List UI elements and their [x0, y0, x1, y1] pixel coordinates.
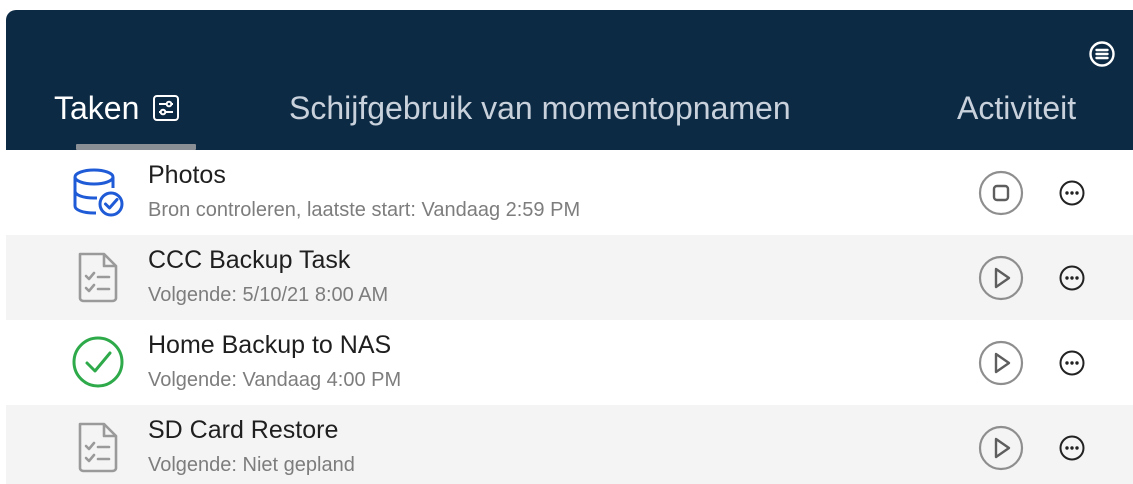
more-options-icon[interactable] [1058, 179, 1086, 207]
tab-snapshot-disk-usage-label: Schijfgebruik van momentopnamen [289, 90, 791, 126]
tab-snapshot-disk-usage[interactable]: Schijfgebruik van momentopnamen [289, 88, 791, 128]
more-options-icon[interactable] [1058, 349, 1086, 377]
more-options-icon[interactable] [1058, 264, 1086, 292]
app-window: Taken Schijfgebruik van momentopnamen Ac… [6, 10, 1133, 484]
menu-button[interactable] [1086, 38, 1118, 70]
task-row-sd-card-restore[interactable]: SD Card Restore Volgende: Niet gepland [6, 405, 1133, 484]
task-title: Home Backup to NAS [148, 331, 392, 359]
task-row-photos[interactable]: Photos Bron controleren, laatste start: … [6, 150, 1133, 235]
database-check-icon [73, 168, 124, 217]
play-icon[interactable] [978, 340, 1024, 386]
play-icon[interactable] [978, 425, 1024, 471]
task-status: Volgende: Niet gepland [148, 454, 355, 476]
task-status: Volgende: 5/10/21 8:00 AM [148, 284, 389, 306]
header-bar: Taken Schijfgebruik van momentopnamen Ac… [6, 10, 1133, 150]
tab-taken-label: Taken [54, 90, 140, 126]
tab-activity-label: Activiteit [957, 90, 1077, 126]
tab-activity[interactable]: Activiteit [957, 88, 1076, 128]
task-row-ccc-backup[interactable]: CCC Backup Task Volgende: 5/10/21 8:00 A… [6, 235, 1133, 320]
success-check-icon [72, 336, 124, 388]
play-icon[interactable] [978, 255, 1024, 301]
task-title: CCC Backup Task [148, 246, 351, 274]
checklist-doc-icon [78, 252, 118, 303]
list-circle-icon [1089, 41, 1115, 67]
stop-icon[interactable] [978, 170, 1024, 216]
settings-sliders-icon[interactable] [151, 93, 181, 123]
task-title: Photos [148, 161, 226, 189]
task-status: Volgende: Vandaag 4:00 PM [148, 369, 402, 391]
task-status: Bron controleren, laatste start: Vandaag… [148, 199, 581, 221]
tab-taken[interactable]: Taken [54, 88, 181, 128]
checklist-doc-icon [78, 422, 118, 473]
task-list: Photos Bron controleren, laatste start: … [6, 150, 1133, 484]
task-title: SD Card Restore [148, 416, 339, 444]
task-row-home-backup[interactable]: Home Backup to NAS Volgende: Vandaag 4:0… [6, 320, 1133, 405]
more-options-icon[interactable] [1058, 434, 1086, 462]
